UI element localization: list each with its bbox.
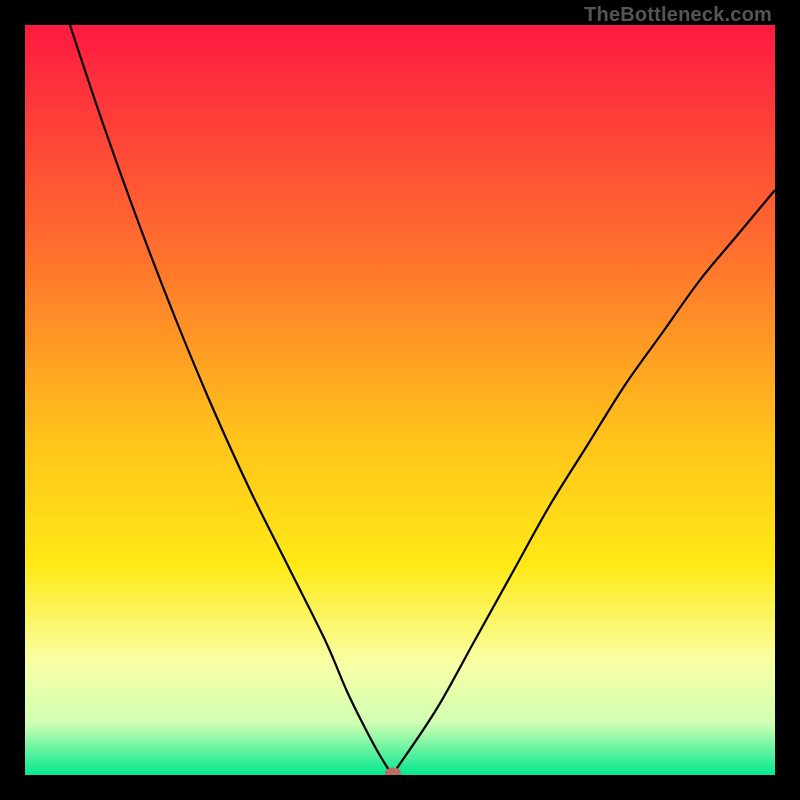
optimal-point-marker: [385, 767, 401, 775]
chart-frame: TheBottleneck.com: [0, 0, 800, 800]
bottleneck-curve: [25, 25, 775, 775]
plot-area: [25, 25, 775, 775]
watermark-text: TheBottleneck.com: [584, 4, 772, 27]
